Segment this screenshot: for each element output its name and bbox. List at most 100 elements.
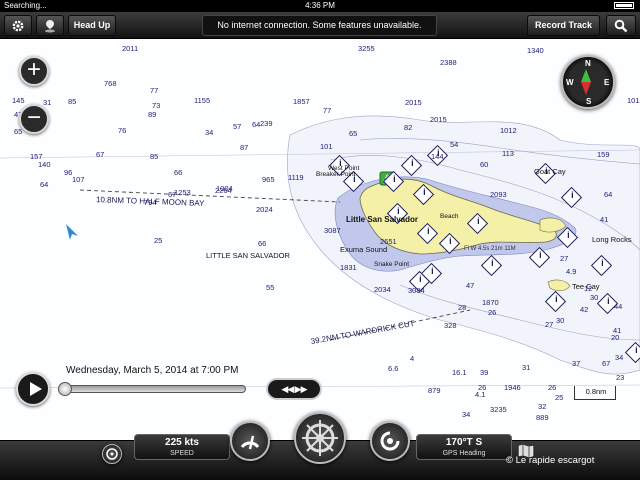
- depth-sounding: 34: [462, 410, 471, 419]
- depth-sounding: 34: [205, 128, 214, 137]
- settings-button[interactable]: [4, 15, 32, 36]
- depth-sounding: 1946: [504, 383, 521, 392]
- crosshair-icon: [106, 448, 118, 460]
- label-little-san-salvador-caps: LITTLE SAN SALVADOR: [206, 251, 290, 260]
- depth-sounding: 42: [580, 305, 589, 314]
- depth-sounding: 31: [522, 363, 531, 372]
- nautical-chart[interactable]: ⚓ iiiiiiiiiiiiiiiiiiiii 2011325523881340…: [0, 40, 640, 440]
- depth-sounding: 65: [349, 129, 358, 138]
- skip-buttons[interactable]: ◀◀ ▶▶: [266, 378, 322, 400]
- light-characteristic: Fl W 4.5s 21m 11M: [464, 246, 516, 252]
- depth-sounding: 66: [174, 168, 183, 177]
- depth-sounding: 328: [444, 321, 457, 330]
- top-toolbar: Head Up No internet connection. Some fea…: [0, 12, 640, 39]
- heading-readout: 170°T S GPS Heading: [416, 434, 512, 460]
- depth-sounding: 77: [323, 106, 332, 115]
- marker-button[interactable]: [36, 15, 64, 36]
- play-button[interactable]: [16, 372, 50, 406]
- depth-sounding: 85: [150, 152, 159, 161]
- boat-position-icon: [66, 224, 78, 240]
- playback-slider[interactable]: [58, 382, 246, 396]
- depth-sounding: 3255: [358, 44, 375, 53]
- depth-sounding: 6.6: [388, 364, 399, 373]
- status-bar: Searching... 4:36 PM: [0, 0, 640, 12]
- label-exuma-sound: Exuma Sound: [340, 245, 388, 254]
- info-glyph-icon: i: [571, 189, 574, 200]
- depth-sounding: 39: [480, 368, 489, 377]
- info-glyph-icon: i: [567, 229, 570, 240]
- depth-sounding: 140: [38, 160, 51, 169]
- info-glyph-icon: i: [393, 173, 396, 184]
- depth-sounding: 30: [590, 293, 599, 302]
- label-goat-cay: Goat Cay: [534, 167, 566, 176]
- info-glyph-icon: i: [601, 257, 604, 268]
- depth-sounding: 1012: [500, 126, 517, 135]
- depth-sounding: 64: [604, 190, 613, 199]
- scale-label: 0.8nm: [585, 387, 607, 396]
- depth-sounding: 54: [450, 140, 459, 149]
- heading-value: 170°T S: [445, 437, 483, 448]
- zoom-in-button[interactable]: +: [19, 56, 49, 86]
- watermark: © Le rapide escargot: [506, 455, 595, 466]
- depth-sounding: 34: [615, 353, 624, 362]
- label-beach: Beach: [440, 213, 459, 220]
- depth-sounding: 77: [150, 86, 159, 95]
- compass-rose[interactable]: N S E W: [561, 55, 615, 109]
- depth-sounding: 113: [502, 149, 514, 158]
- head-up-button[interactable]: Head Up: [68, 15, 116, 36]
- search-button[interactable]: [606, 15, 636, 36]
- playback-slider-knob[interactable]: [58, 382, 72, 396]
- depth-sounding: 1870: [482, 298, 499, 307]
- depth-sounding: 23: [616, 373, 625, 382]
- depth-sounding: 76: [118, 126, 127, 135]
- depth-sounding: 3087: [324, 226, 341, 235]
- depth-sounding: 82: [404, 123, 413, 132]
- record-track-button[interactable]: Record Track: [527, 15, 600, 36]
- autopilot-button[interactable]: [230, 421, 270, 461]
- info-glyph-icon: i: [539, 249, 542, 260]
- depth-sounding: 89: [148, 110, 157, 119]
- depth-sounding: 965: [262, 175, 275, 184]
- depth-sounding: 2015: [430, 115, 447, 124]
- depth-sounding: 41: [600, 215, 609, 224]
- depth-sounding: 144: [431, 152, 444, 161]
- depth-sounding: 3084: [408, 286, 425, 295]
- depth-sounding: 1119: [288, 173, 304, 182]
- info-glyph-icon: i: [449, 235, 452, 246]
- depth-sounding: 57: [233, 122, 242, 131]
- helm-button[interactable]: [294, 412, 346, 464]
- depth-sounding: 44: [614, 302, 623, 311]
- depth-sounding: 73: [152, 101, 161, 110]
- info-glyph-icon: i: [607, 295, 610, 306]
- compass-needle-icon: [581, 69, 591, 95]
- depth-sounding: 879: [428, 386, 441, 395]
- info-glyph-icon: i: [491, 257, 494, 268]
- location-button[interactable]: [102, 444, 122, 464]
- depth-sounding: 101: [627, 96, 640, 105]
- depth-sounding: 66: [258, 239, 267, 248]
- depth-sounding: 27: [560, 254, 569, 263]
- depth-sounding: 2011: [122, 44, 139, 53]
- depth-sounding: 2388: [440, 58, 457, 67]
- depth-sounding: 47: [466, 281, 475, 290]
- depth-sounding: 1253: [174, 188, 191, 197]
- label-snake-point: Snake Point: [374, 261, 410, 268]
- depth-sounding: 16.1: [452, 368, 467, 377]
- circular-arrow-icon: [380, 431, 400, 451]
- depth-sounding: 1340: [527, 46, 544, 55]
- depth-sounding: 67: [96, 150, 105, 159]
- depth-sounding: 30: [556, 316, 565, 325]
- record-button[interactable]: [370, 421, 410, 461]
- pin-icon: [45, 20, 55, 33]
- zoom-out-button[interactable]: −: [19, 104, 49, 134]
- depth-sounding: 145: [12, 96, 25, 105]
- info-glyph-icon: i: [431, 265, 434, 276]
- depth-sounding: 25: [154, 236, 163, 245]
- depth-sounding: 25: [555, 393, 564, 402]
- label-little-san-salvador: Little San Salvador: [346, 215, 419, 224]
- depth-sounding: 20: [611, 333, 620, 342]
- depth-sounding: 239: [260, 119, 273, 128]
- battery-icon: [611, 0, 634, 12]
- depth-sounding: 65: [14, 127, 23, 136]
- depth-sounding: 2015: [405, 98, 422, 107]
